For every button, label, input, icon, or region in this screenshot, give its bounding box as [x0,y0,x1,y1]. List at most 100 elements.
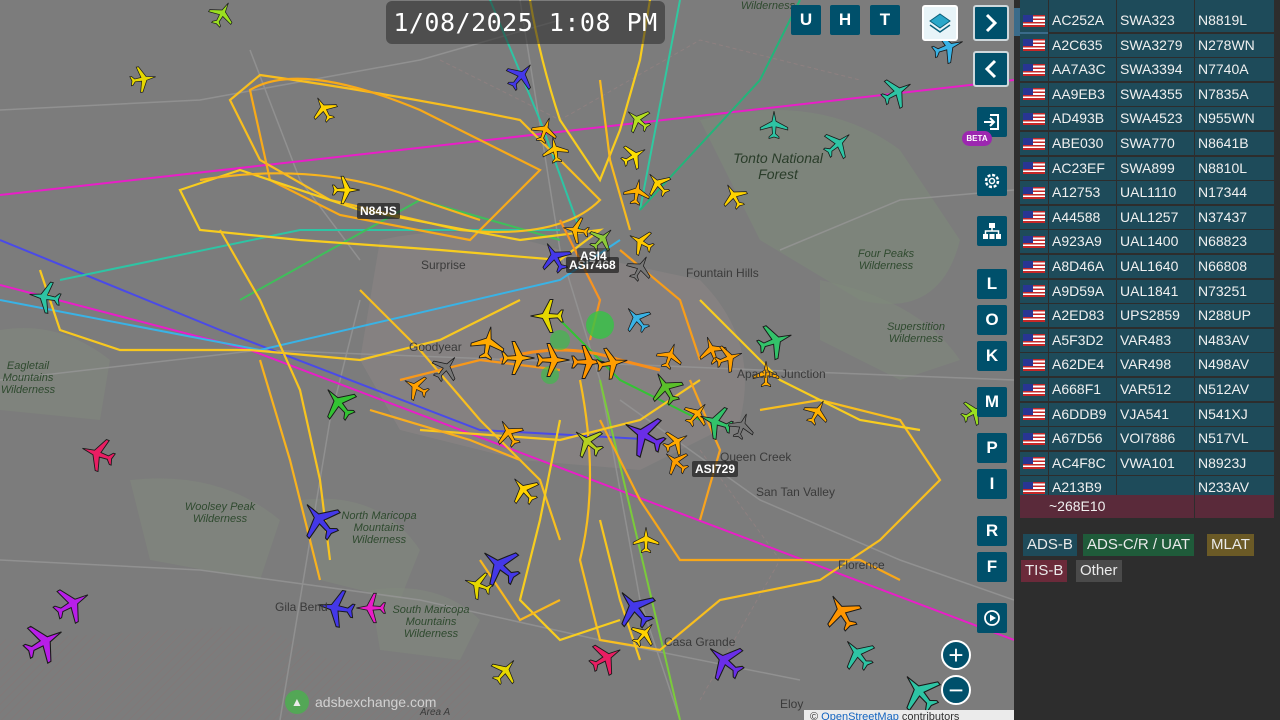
table-row[interactable]: AA9EB3 SWA4355 N7835A [1020,82,1274,107]
place-tonto-forest: Tonto National Forest [733,150,823,182]
hierarchy-button[interactable] [977,216,1007,246]
o-button[interactable]: O [977,305,1007,335]
l-button[interactable]: L [977,269,1007,299]
sitemap-icon [983,223,1001,239]
flag-cell [1020,58,1048,82]
callsign-label[interactable]: ASI4 [577,248,610,264]
flag-cell [1020,402,1048,426]
map-layer [0,0,1014,720]
layers-button[interactable] [922,5,958,41]
tisb-row[interactable]: ~268E10 [1020,495,1274,519]
attribution-suffix: contributors [901,711,960,720]
registration-cell: N73251 [1195,279,1274,303]
hex-cell: A9D59A [1049,279,1116,303]
flag-cell [1020,451,1048,475]
r-button[interactable]: R [977,516,1007,546]
prev-button[interactable] [973,51,1009,87]
registration-cell: N8819L [1195,9,1274,32]
table-row[interactable]: AC252A SWA323 N8819L [1020,9,1274,33]
registration-cell: N68823 [1195,230,1274,254]
i-button[interactable]: I [977,469,1007,499]
hex-cell: AC4F8C [1049,451,1116,475]
registration-cell: N517VL [1195,427,1274,451]
chevron-right-icon [985,13,998,33]
us-flag-icon [1023,358,1045,371]
callsign-label[interactable]: ASI729 [692,461,739,477]
table-row[interactable]: A668F1 VAR512 N512AV [1020,378,1274,402]
us-flag-icon [1023,432,1045,445]
registration-cell: N7835A [1195,82,1274,106]
table-row[interactable]: AC4F8C VWA101 N8923J [1020,451,1274,476]
f-button[interactable]: F [977,552,1007,582]
callsign-cell: SWA3279 [1117,33,1194,57]
registration-cell: N7740A [1195,58,1274,82]
p-button[interactable]: P [977,433,1007,463]
m-button[interactable]: M [977,387,1007,417]
table-row[interactable]: A9D59A UAL1841 N73251 [1020,279,1274,304]
table-row[interactable]: A67D56 VOI7886 N517VL [1020,427,1274,451]
layers-icon [929,13,951,33]
callsign-label[interactable]: N84JS [357,203,400,219]
table-row[interactable]: ABE030 SWA770 N8641B [1020,132,1274,156]
callsign-cell: SWA3394 [1117,58,1194,82]
hex-cell: ~268E10 [1020,495,1194,518]
callsign-cell: UPS2859 [1117,304,1194,328]
map-canvas[interactable]: 1/08/2025 1:08 PM Wilderness Tonto Natio… [0,0,1014,720]
table-row[interactable]: A6DDB9 VJA541 N541XJ [1020,402,1274,427]
k-button[interactable]: K [977,341,1007,371]
callsign-cell: SWA899 [1117,156,1194,180]
us-flag-icon [1023,260,1045,273]
gear-icon [984,173,1000,189]
flag-cell [1020,353,1048,377]
t-button[interactable]: T [870,5,900,35]
place-wilderness-top: Wilderness [740,0,796,12]
replay-button[interactable] [977,603,1007,633]
adsbexchange-logo: ▲ adsbexchange.com [285,690,436,714]
legend-item[interactable]: Other [1076,560,1122,582]
zoom-in-button[interactable]: + [941,640,971,670]
legend-item[interactable]: MLAT [1207,534,1254,556]
us-flag-icon [1023,162,1045,175]
table-row[interactable]: A2ED83 UPS2859 N288UP [1020,304,1274,328]
hex-cell: A2ED83 [1049,304,1116,328]
h-button[interactable]: H [830,5,860,35]
legend-item[interactable]: ADS-C/R / UAT [1083,534,1195,556]
table-row[interactable]: AC23EF SWA899 N8810L [1020,156,1274,181]
flag-cell [1020,230,1048,254]
hex-cell: A2C635 [1049,33,1116,57]
table-row[interactable]: AA7A3C SWA3394 N7740A [1020,58,1274,82]
us-flag-icon [1023,235,1045,248]
beta-badge: BETA [962,131,992,146]
us-flag-icon [1023,309,1045,322]
table-row[interactable]: A44588 UAL1257 N37437 [1020,205,1274,230]
city-fountain-hills: Fountain Hills [686,266,759,280]
next-button[interactable] [973,5,1009,41]
table-row[interactable]: A5F3D2 VAR483 N483AV [1020,328,1274,353]
table-row[interactable]: A62DE4 VAR498 N498AV [1020,353,1274,377]
legend-item[interactable]: ADS-B [1023,534,1077,556]
zoom-out-button[interactable]: − [941,675,971,705]
table-row[interactable]: A12753 UAL1110 N17344 [1020,181,1274,205]
hex-cell: AC252A [1049,9,1116,32]
table-row[interactable]: A2C635 SWA3279 N278WN [1020,33,1274,58]
chevron-left-icon [984,59,997,79]
registration-cell: N288UP [1195,304,1274,328]
registration-cell: N17344 [1195,181,1274,205]
callsign-cell: SWA4355 [1117,82,1194,106]
map-attribution: © OpenStreetMap contributors [804,710,1014,720]
place-woolsey: Woolsey Peak Wilderness [184,501,256,525]
us-flag-icon [1023,186,1045,199]
us-flag-icon [1023,383,1045,396]
callsign-cell: VAR498 [1117,353,1194,377]
settings-button[interactable] [977,166,1007,196]
table-row[interactable]: AD493B SWA4523 N955WN [1020,107,1274,131]
us-flag-icon [1023,63,1045,76]
legend-item[interactable]: TIS-B [1021,560,1068,582]
callsign-cell: UAL1640 [1117,255,1194,278]
u-button[interactable]: U [791,5,821,35]
table-row[interactable]: A923A9 UAL1400 N68823 [1020,230,1274,254]
hex-cell: A67D56 [1049,427,1116,451]
osm-link[interactable]: OpenStreetMap [821,711,899,720]
table-row[interactable]: A8D46A UAL1640 N66808 [1020,255,1274,279]
flag-cell [1020,427,1048,451]
